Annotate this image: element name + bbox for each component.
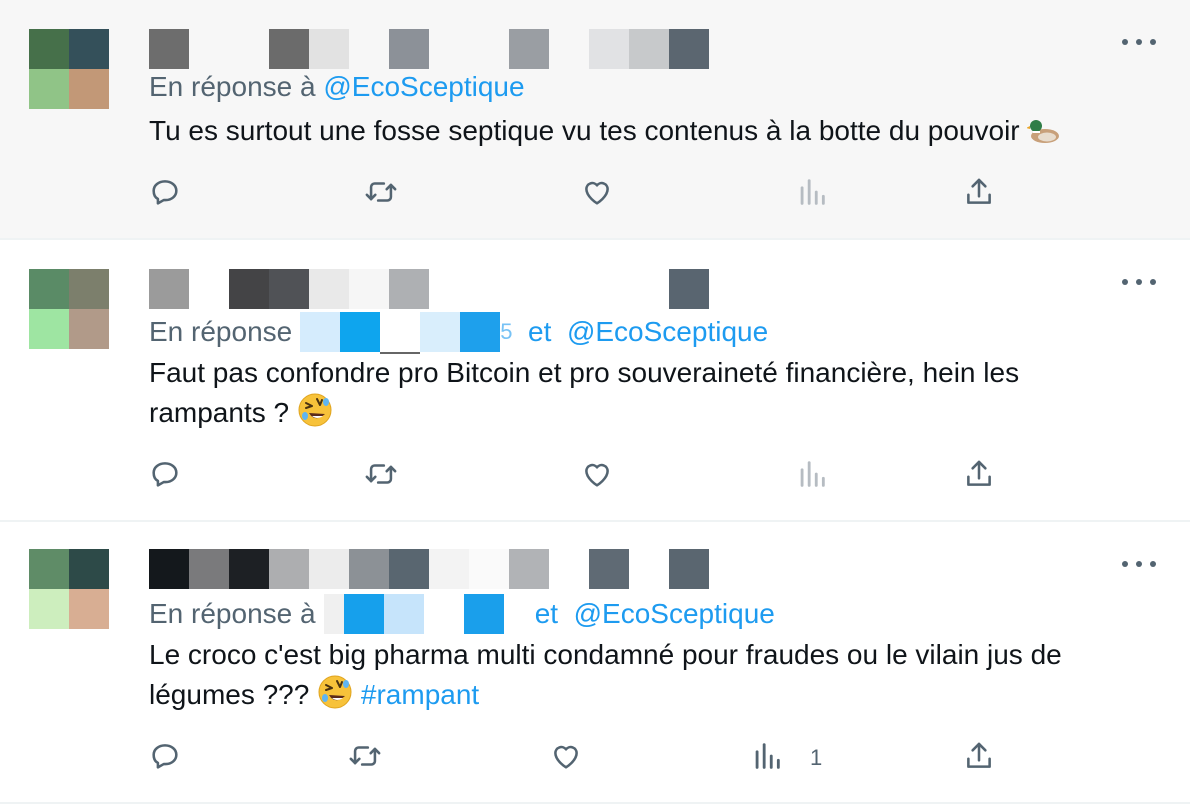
share-icon [962, 457, 996, 496]
reply-icon [148, 457, 182, 496]
share-button[interactable] [962, 738, 996, 778]
reply-mention-tail[interactable]: 5 [500, 315, 512, 349]
reply-button[interactable] [148, 738, 182, 778]
like-icon [580, 175, 614, 214]
reply-conjunction: et [528, 316, 552, 347]
views-button[interactable] [795, 456, 829, 496]
reply-to-mention[interactable]: @EcoSceptique [323, 70, 524, 104]
views-icon [750, 739, 784, 778]
rolling-on-floor-laughing-icon [297, 392, 333, 438]
like-button[interactable] [549, 738, 583, 778]
author-name-redacted[interactable] [149, 549, 709, 589]
tweet[interactable]: En réponse 5 et @EcoSceptique Faut pas c… [0, 240, 1190, 522]
more-icon[interactable] [1122, 272, 1156, 292]
reply-button[interactable] [148, 456, 182, 496]
reply-to-mention[interactable]: @EcoSceptique [574, 597, 775, 631]
tweet-text: Tu es surtout une fosse septique vu tes … [149, 112, 1159, 156]
like-button[interactable] [580, 456, 614, 496]
tweet-text: Faut pas confondre pro Bitcoin et pro so… [149, 354, 1129, 438]
tweet-text-body: Faut pas confondre pro Bitcoin et pro so… [149, 357, 1020, 428]
rolling-on-floor-laughing-icon [317, 674, 353, 720]
redacted-mentions [323, 594, 504, 634]
retweet-button[interactable] [348, 738, 382, 778]
views-count: 1 [810, 745, 823, 770]
action-bar: 1 [0, 738, 1190, 778]
duck-icon [1026, 116, 1061, 156]
reply-prefix: En réponse à [149, 598, 316, 629]
retweet-button[interactable] [364, 456, 398, 496]
reply-prefix: En réponse [149, 316, 293, 347]
retweet-icon [364, 457, 398, 496]
reply-icon [148, 739, 182, 778]
like-icon [580, 457, 614, 496]
reply-conjunction: et [534, 598, 559, 629]
share-icon [962, 739, 996, 778]
tweet-text-body: Tu es surtout une fosse septique vu tes … [149, 115, 1020, 146]
avatar[interactable] [29, 29, 109, 109]
redacted-mentions [300, 312, 501, 354]
views-button[interactable] [795, 174, 829, 214]
retweet-button[interactable] [364, 174, 398, 214]
tweet[interactable]: En réponse à et @EcoSceptique Le croco c… [0, 522, 1190, 804]
avatar[interactable] [29, 269, 109, 349]
share-icon [962, 175, 996, 214]
tweet[interactable]: En réponse à @EcoSceptique Tu es surtout… [0, 0, 1190, 240]
retweet-icon [364, 175, 398, 214]
share-button[interactable] [962, 174, 996, 214]
reply-context: En réponse 5 et @EcoSceptique [149, 312, 768, 354]
like-icon [549, 739, 583, 778]
reply-context: En réponse à et @EcoSceptique [149, 594, 775, 634]
reply-context: En réponse à @EcoSceptique [149, 70, 525, 104]
tweet-text-body: Le croco c'est big pharma multi condamné… [149, 639, 1062, 710]
retweet-icon [348, 739, 382, 778]
hashtag-link[interactable]: #rampant [361, 679, 479, 710]
author-name-redacted[interactable] [149, 269, 709, 309]
views-icon [795, 457, 829, 496]
reply-button[interactable] [148, 174, 182, 214]
avatar[interactable] [29, 549, 109, 629]
reply-to-mention[interactable]: @EcoSceptique [567, 315, 768, 349]
action-bar [0, 456, 1190, 496]
tweet-text: Le croco c'est big pharma multi condamné… [149, 636, 1159, 720]
share-button[interactable] [962, 456, 996, 496]
reply-icon [148, 175, 182, 214]
reply-prefix: En réponse à [149, 71, 316, 102]
more-icon[interactable] [1122, 554, 1156, 574]
action-bar [0, 174, 1190, 214]
more-icon[interactable] [1122, 32, 1156, 52]
views-button[interactable]: 1 [750, 738, 822, 778]
author-name-redacted[interactable] [149, 29, 709, 69]
views-icon [795, 175, 829, 214]
like-button[interactable] [580, 174, 614, 214]
